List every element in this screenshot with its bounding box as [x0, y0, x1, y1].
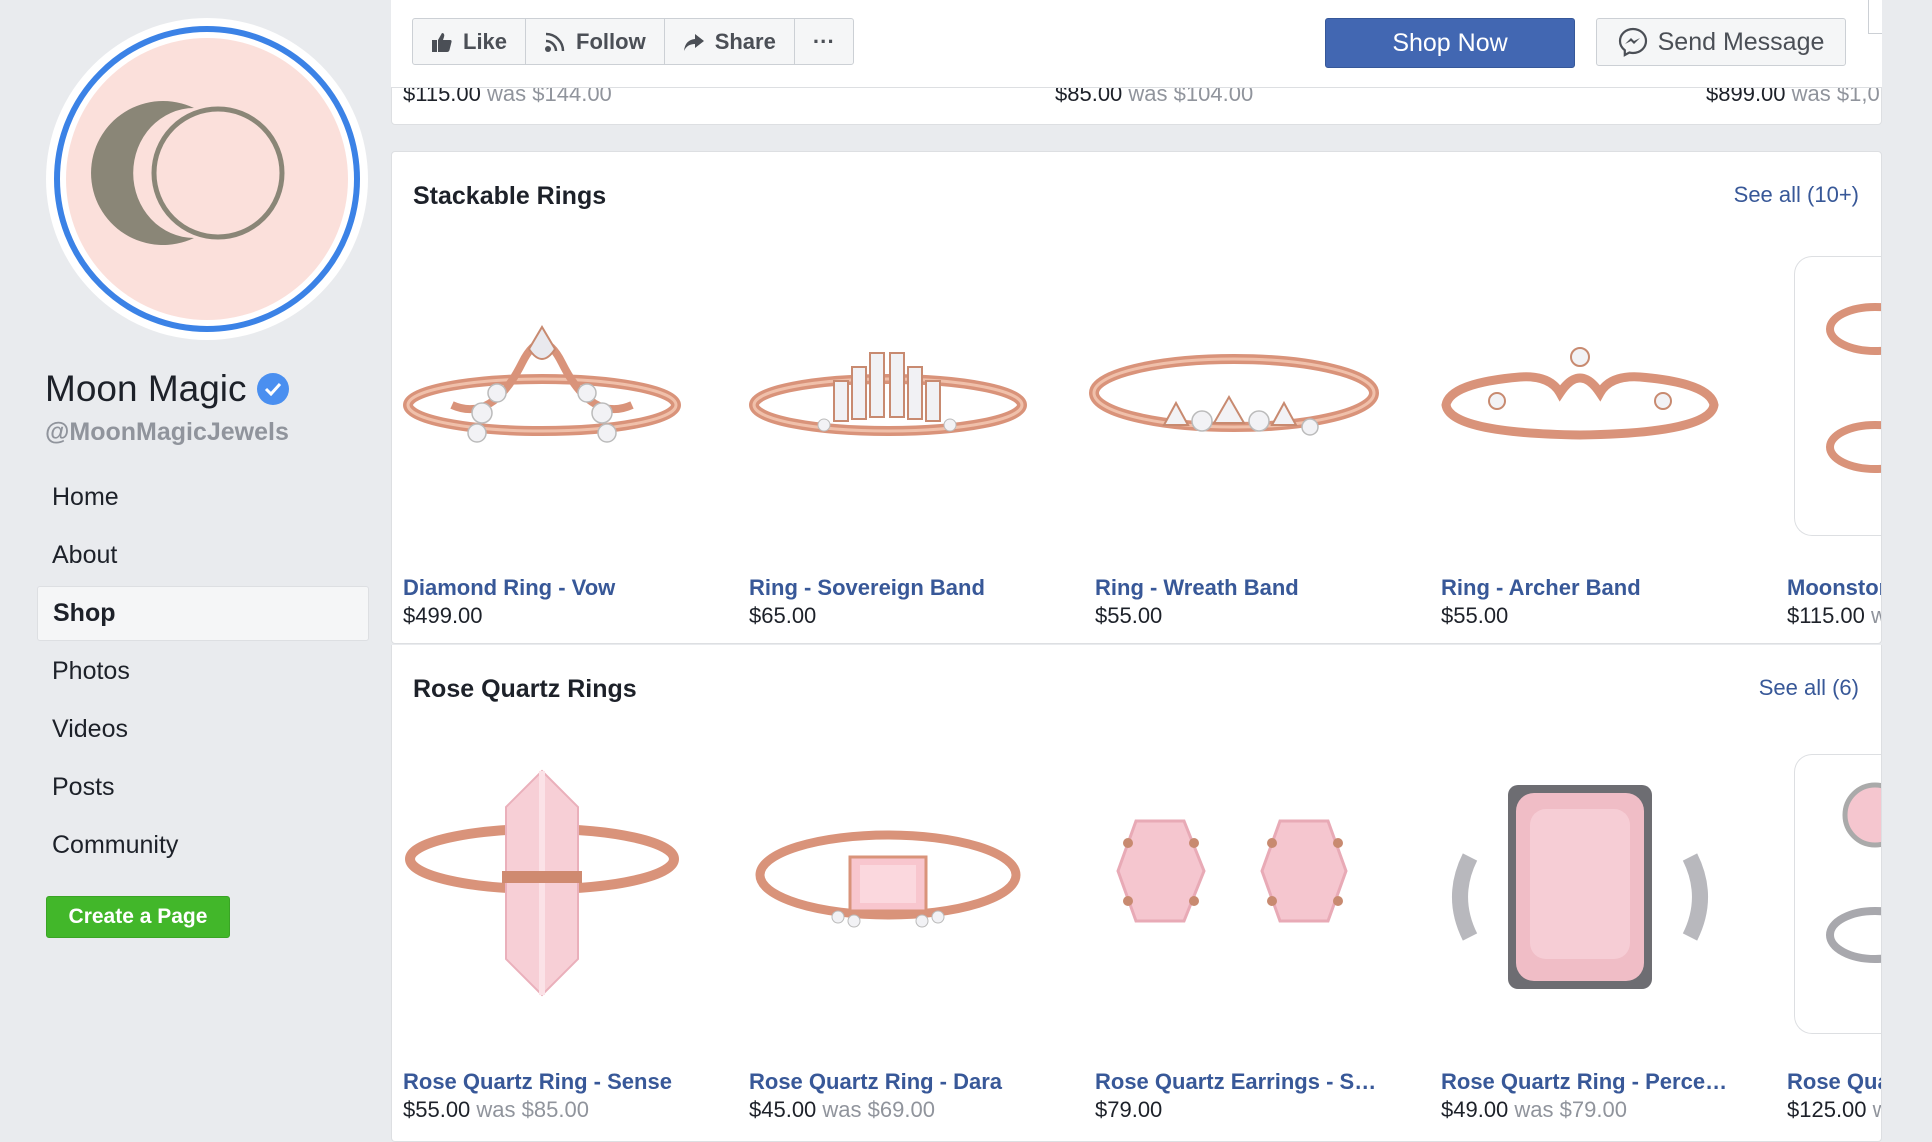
- send-message-button[interactable]: Send Message: [1596, 18, 1846, 66]
- see-all-link[interactable]: See all (6): [1759, 675, 1859, 701]
- section-rose-quartz-rings: Rose Quartz Rings See all (6) Rose Quart…: [391, 645, 1882, 1142]
- verified-badge-icon: [256, 373, 289, 405]
- product-price: $499.00: [403, 603, 483, 628]
- product-image[interactable]: [1430, 253, 1730, 553]
- product-image[interactable]: [738, 253, 1038, 553]
- page-actions-group: Like Follow Share ···: [412, 18, 854, 65]
- nav-item-about[interactable]: About: [37, 528, 369, 583]
- more-icon: ···: [812, 28, 835, 54]
- rss-icon: [545, 32, 565, 52]
- product-image[interactable]: [392, 747, 692, 1047]
- product-name[interactable]: Moonstor: [1787, 575, 1881, 601]
- section-title: Rose Quartz Rings: [413, 675, 637, 703]
- see-all-link[interactable]: See all (10+): [1734, 182, 1859, 208]
- section-stackable-rings: Stackable Rings See all (10+) Diamond Ri…: [391, 151, 1882, 644]
- product-price: $45.00 was $69.00: [749, 1097, 935, 1122]
- product-price: $79.00: [1095, 1097, 1163, 1122]
- product-price: $125.00 w: [1787, 1097, 1881, 1122]
- product-image[interactable]: [392, 253, 692, 553]
- product-image[interactable]: [1794, 754, 1881, 1034]
- product-price: $55.00: [1441, 603, 1509, 628]
- product-price: $55.00 was $85.00: [403, 1097, 589, 1122]
- product-image[interactable]: [1084, 253, 1384, 553]
- avatar-story-ring: [54, 26, 360, 332]
- product-price: $55.00: [1095, 603, 1163, 628]
- moon-logo: [66, 38, 348, 320]
- share-button[interactable]: Share: [665, 19, 795, 64]
- share-arrow-icon: [683, 33, 704, 51]
- profile-avatar[interactable]: [46, 18, 368, 340]
- product-image[interactable]: [1794, 256, 1881, 536]
- product-name[interactable]: Ring - Sovereign Band: [749, 575, 1039, 601]
- product-name[interactable]: Rose Quartz Ring - Dara: [749, 1069, 1039, 1095]
- product-name[interactable]: Rose Quartz Ring - Sense: [403, 1069, 693, 1095]
- product-image[interactable]: [1084, 747, 1384, 1047]
- nav-item-photos[interactable]: Photos: [37, 644, 369, 699]
- product-price: $115.00 w: [1787, 603, 1881, 628]
- nav-item-home[interactable]: Home: [37, 470, 369, 525]
- thumbs-up-icon: [432, 32, 452, 52]
- overflow-button[interactable]: [1868, 0, 1882, 34]
- product-name[interactable]: Rose Quartz Earrings - Sere...: [1095, 1069, 1385, 1095]
- product-name[interactable]: Diamond Ring - Vow: [403, 575, 693, 601]
- nav-item-videos[interactable]: Videos: [37, 702, 369, 757]
- shop-now-button[interactable]: Shop Now: [1325, 18, 1575, 68]
- product-price: $65.00: [749, 603, 817, 628]
- share-label: Share: [714, 28, 776, 54]
- page-sidebar: Moon Magic @MoonMagicJewels Home About S…: [0, 0, 390, 1142]
- follow-button[interactable]: Follow: [526, 19, 665, 64]
- product-name[interactable]: Rose Quartz Ring - Percepti...: [1441, 1069, 1731, 1095]
- page-handle[interactable]: @MoonMagicJewels: [45, 418, 289, 447]
- product-name[interactable]: Ring - Wreath Band: [1095, 575, 1385, 601]
- product-image[interactable]: [738, 747, 1038, 1047]
- nav-item-posts[interactable]: Posts: [37, 760, 369, 815]
- like-label: Like: [463, 28, 508, 54]
- page-title[interactable]: Moon Magic: [45, 368, 289, 410]
- like-button[interactable]: Like: [413, 19, 527, 64]
- product-name[interactable]: Rose Qua: [1787, 1069, 1881, 1095]
- page-nav: Home About Shop Photos Videos Posts Comm…: [37, 470, 369, 876]
- create-page-button[interactable]: Create a Page: [46, 896, 230, 938]
- page-action-bar: Like Follow Share ··· Shop Now Send Mess…: [391, 0, 1882, 88]
- send-message-label: Send Message: [1657, 27, 1825, 56]
- messenger-icon: [1618, 27, 1647, 57]
- nav-item-shop[interactable]: Shop: [37, 586, 369, 641]
- product-name[interactable]: Ring - Archer Band: [1441, 575, 1731, 601]
- nav-item-community[interactable]: Community: [37, 818, 369, 873]
- follow-label: Follow: [576, 28, 646, 54]
- section-title: Stackable Rings: [413, 182, 607, 210]
- more-options-button[interactable]: ···: [795, 19, 853, 64]
- page-name-text: Moon Magic: [45, 368, 247, 409]
- product-price: $49.00 was $79.00: [1441, 1097, 1627, 1122]
- product-image[interactable]: [1430, 747, 1730, 1047]
